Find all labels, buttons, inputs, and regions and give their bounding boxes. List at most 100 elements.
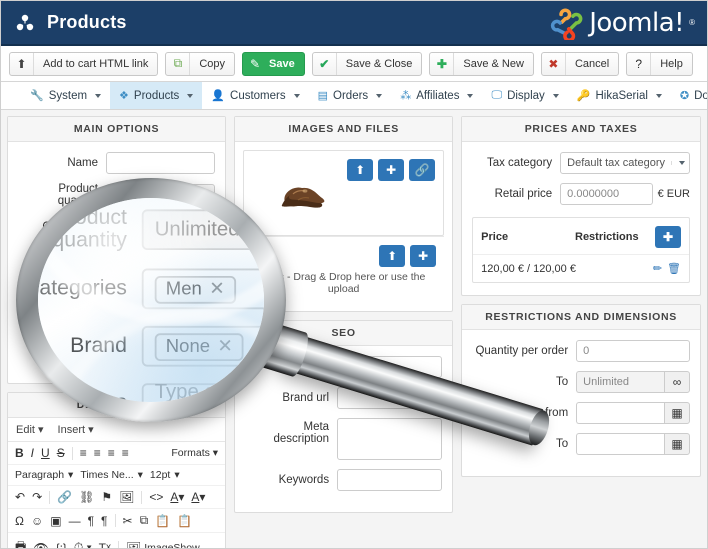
prices-taxes-title: PRICES AND TAXES xyxy=(462,117,700,142)
preview-icon[interactable]: 👁 xyxy=(33,541,48,549)
paragraph-dropdown[interactable]: Paragraph ▾ xyxy=(15,469,73,481)
brand-url-input[interactable] xyxy=(337,387,443,409)
nav-item-system[interactable]: 🔧 System xyxy=(21,82,110,109)
info-icon: ✪ xyxy=(679,90,690,102)
main-options-title: MAIN OPTIONS xyxy=(8,117,226,142)
add-price-button[interactable]: ✚ xyxy=(655,226,681,248)
cancel-button[interactable]: ✖ Cancel xyxy=(540,51,620,76)
quantity-per-order-input[interactable]: 0 xyxy=(576,340,690,362)
published-toggle[interactable]: Yes No xyxy=(106,309,182,329)
ltr-icon[interactable]: ¶ xyxy=(88,514,94,528)
undo-icon[interactable]: ↶ xyxy=(15,490,25,504)
nav-item-customers[interactable]: 👤 Customers xyxy=(202,82,308,109)
translation-link-ja-jp[interactable]: ja-JP xyxy=(186,338,215,362)
published-no-option[interactable]: No xyxy=(144,310,181,328)
rtl-icon[interactable]: ¶ xyxy=(101,514,107,528)
page-title-input[interactable] xyxy=(337,356,443,378)
categories-input[interactable]: Men ✕ xyxy=(106,216,216,238)
editor-menu-insert[interactable]: Insert ▾ xyxy=(58,423,94,436)
align-justify-icon[interactable]: ≡ xyxy=(122,446,129,460)
add-image-button[interactable]: ✚ xyxy=(378,159,405,181)
horizontal-rule-icon[interactable]: — xyxy=(69,514,81,528)
bold-button[interactable]: B xyxy=(15,446,24,460)
source-code-icon[interactable]: <> xyxy=(149,490,163,504)
emoticon-icon[interactable]: ☺ xyxy=(31,514,43,528)
action-toolbar: ⬆ Add to cart HTML link ⧉ Copy ✎ Save ✔ … xyxy=(1,46,707,82)
delete-icon[interactable]: 🗑 xyxy=(667,262,681,275)
cut-icon[interactable]: ✂ xyxy=(123,514,133,528)
category-chip[interactable]: Men ✕ xyxy=(113,219,157,235)
remove-format-icon[interactable]: Tx xyxy=(99,541,111,549)
brand-input[interactable]: None ✕ xyxy=(106,247,216,269)
save-and-close-button[interactable]: ✔ Save & Close xyxy=(311,51,423,76)
retail-price-input[interactable]: 0.0000000 xyxy=(560,183,653,205)
paste-text-icon[interactable]: 📋 xyxy=(177,514,192,528)
unlink-icon[interactable]: ⛓ xyxy=(79,490,94,504)
text-color-icon[interactable]: A ▾ xyxy=(170,490,184,504)
help-button[interactable]: ? Help xyxy=(626,51,693,76)
nav-item-orders[interactable]: ▤ Orders xyxy=(309,82,392,109)
add-file-button[interactable]: ✚ xyxy=(410,245,437,267)
quantity-to-input[interactable]: Unlimited xyxy=(576,371,664,393)
strikethrough-button[interactable]: S xyxy=(57,446,65,460)
copy-icon[interactable]: ⧉ xyxy=(140,513,149,528)
translation-link-fr-fr[interactable]: fr-FR xyxy=(148,338,177,362)
editor-menu-edit[interactable]: Edit ▾ xyxy=(16,423,44,436)
link-image-button[interactable]: 🔗 xyxy=(409,159,436,181)
nav-item-documentation[interactable]: ✪ Documentation xyxy=(671,82,707,109)
font-size-dropdown[interactable]: 12pt ▾ xyxy=(150,469,180,481)
italic-button[interactable]: I xyxy=(31,446,34,460)
font-family-dropdown[interactable]: Times Ne... ▾ xyxy=(80,469,143,481)
close-icon[interactable]: ✕ xyxy=(142,222,150,233)
files-dropzone[interactable]: ⬆ ✚ Files - Drag & Drop here or use the … xyxy=(243,236,445,303)
imageshow-button[interactable]: 🖼 ImageShow xyxy=(126,541,200,549)
save-and-new-button[interactable]: ✚ Save & New xyxy=(429,51,534,76)
add-to-cart-html-link-button[interactable]: ⬆ Add to cart HTML link xyxy=(9,51,159,76)
available-to-input[interactable] xyxy=(576,433,664,455)
align-center-icon[interactable]: ≡ xyxy=(94,446,101,460)
upload-file-button[interactable]: ⬆ xyxy=(379,245,406,267)
nav-item-hikaserial[interactable]: 🔑 HikaSerial xyxy=(568,82,671,109)
meta-description-textarea[interactable] xyxy=(337,418,443,460)
anchor-icon[interactable]: ⚑ xyxy=(101,490,112,504)
paste-icon[interactable]: 📋 xyxy=(155,514,170,528)
insert-date-icon[interactable]: ⏱ ▾ xyxy=(74,540,92,548)
calendar-icon[interactable]: ▦ xyxy=(664,402,690,424)
nonbreaking-icon[interactable]: {;} xyxy=(56,541,67,549)
quantity-to-row: To Unlimited ∞ xyxy=(472,371,690,393)
media-icon[interactable]: ▣ xyxy=(50,514,61,528)
available-from-input[interactable] xyxy=(576,402,664,424)
save-button[interactable]: ✎ Save xyxy=(242,51,305,76)
tax-category-select[interactable]: Default tax category xyxy=(560,152,690,174)
link-icon[interactable]: 🔗 xyxy=(57,490,72,504)
name-input[interactable] xyxy=(106,152,216,174)
tags-input[interactable]: Type or select some options xyxy=(106,277,216,301)
nav-item-affiliates[interactable]: ⁂ Affiliates xyxy=(391,82,482,109)
seo-keywords-row: Keywords xyxy=(245,469,443,491)
align-right-icon[interactable]: ≡ xyxy=(108,446,115,460)
background-color-icon[interactable]: A ▾ xyxy=(191,490,205,504)
image-icon[interactable]: 🖼 xyxy=(119,490,134,504)
copy-button[interactable]: ⧉ Copy xyxy=(165,51,236,76)
special-char-icon[interactable]: Ω xyxy=(15,514,24,528)
keywords-input[interactable] xyxy=(337,469,443,491)
copy-icon: ⧉ xyxy=(166,52,191,75)
nav-item-display[interactable]: 🖵 Display xyxy=(482,82,567,109)
underline-button[interactable]: U xyxy=(41,446,50,460)
translation-link-en-gb[interactable]: en-GB xyxy=(106,338,139,362)
calendar-icon[interactable]: ▦ xyxy=(664,433,690,455)
align-left-icon[interactable]: ≡ xyxy=(80,446,87,460)
published-yes-option[interactable]: Yes xyxy=(107,310,144,328)
quantity-input[interactable]: Unlimited xyxy=(106,184,216,206)
infinity-icon[interactable]: ∞ xyxy=(664,371,690,393)
brand-chip[interactable]: None ✕ xyxy=(113,250,162,266)
upload-image-button[interactable]: ⬆ xyxy=(347,159,374,181)
close-icon[interactable]: ✕ xyxy=(147,253,155,264)
main-options-panel: MAIN OPTIONS Name Product quantity Unlim… xyxy=(7,116,227,384)
editor-extra-row: 🖶 👁 {;} ⏱ ▾ Tx 🖼 ImageShow xyxy=(8,533,225,549)
redo-icon[interactable]: ↷ xyxy=(32,490,42,504)
print-icon[interactable]: 🖶 xyxy=(15,537,26,548)
formats-dropdown[interactable]: Formats ▾ xyxy=(171,447,218,459)
nav-item-products[interactable]: ❖ Products xyxy=(110,82,203,109)
edit-icon[interactable]: ✏ xyxy=(653,262,662,275)
